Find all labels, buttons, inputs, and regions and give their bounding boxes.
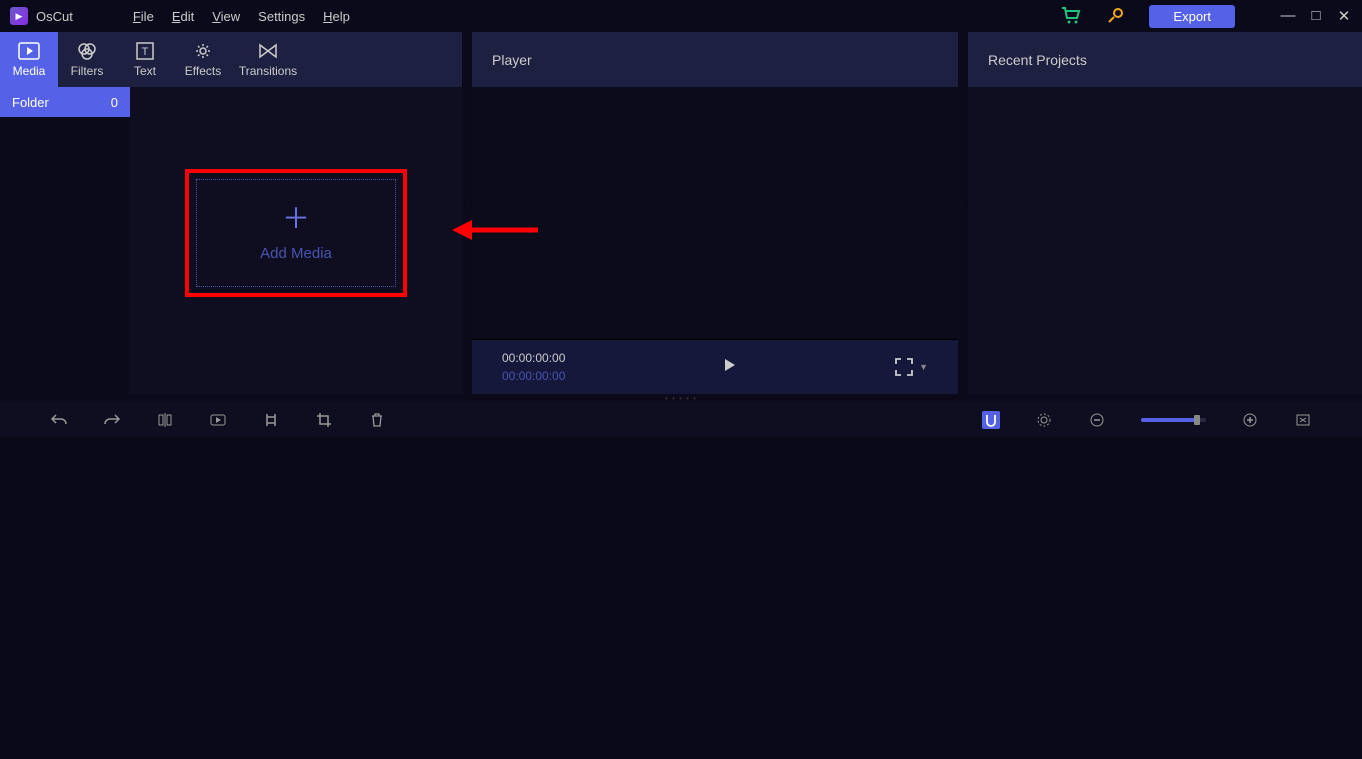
timeline-toolbar: [0, 402, 1362, 437]
folder-item[interactable]: Folder 0: [0, 87, 130, 117]
add-media-label: Add Media: [260, 245, 332, 262]
zoom-in-button[interactable]: [1241, 411, 1259, 429]
player-panel-header: Player: [472, 32, 958, 87]
menu-help[interactable]: Help: [323, 9, 350, 24]
tab-label: Filters: [71, 64, 104, 78]
tab-label: Effects: [185, 64, 221, 78]
fit-button[interactable]: [1294, 411, 1312, 429]
app-logo-icon: [10, 7, 28, 25]
tab-label: Media: [13, 64, 46, 78]
media-icon: [18, 41, 40, 61]
menu-edit[interactable]: Edit: [172, 9, 194, 24]
recent-panel-title: Recent Projects: [988, 52, 1087, 68]
effects-icon: [192, 41, 214, 61]
snap-button[interactable]: [982, 411, 1000, 429]
timecode-total: 00:00:00:00: [502, 369, 565, 383]
settings-icon-button[interactable]: [1035, 411, 1053, 429]
add-media-highlight: ＋ Add Media: [185, 169, 407, 297]
folder-count: 0: [111, 95, 118, 110]
fullscreen-button[interactable]: ▼: [895, 358, 928, 376]
player-panel-title: Player: [492, 52, 532, 68]
add-media-button[interactable]: ＋ Add Media: [196, 179, 396, 287]
split-button[interactable]: [156, 411, 174, 429]
undo-button[interactable]: [50, 411, 68, 429]
player-viewport[interactable]: ⋮ ⋮: [472, 87, 958, 339]
trim-button[interactable]: [262, 411, 280, 429]
window-close-button[interactable]: ✕: [1336, 7, 1352, 25]
panel-resize-handle[interactable]: • • • • •: [0, 394, 1362, 402]
tab-filters[interactable]: Filters: [58, 32, 116, 87]
resize-handle-left[interactable]: ⋮: [466, 203, 470, 223]
cart-icon[interactable]: [1061, 7, 1081, 25]
window-minimize-button[interactable]: —: [1280, 7, 1296, 25]
source-tabs-panel: Media Filters T Text Effects Transitions: [0, 32, 462, 87]
text-icon: T: [134, 41, 156, 61]
resize-handle-right[interactable]: ⋮: [960, 203, 964, 223]
content-row: Folder 0 ＋ Add Media ⋮ ⋮ 00:00:00:00 00:…: [0, 87, 1362, 394]
tab-effects[interactable]: Effects: [174, 32, 232, 87]
media-pane: ＋ Add Media: [130, 87, 462, 394]
titlebar: OsCut File Edit View Settings Help Expor…: [0, 0, 1362, 32]
tab-media[interactable]: Media: [0, 32, 58, 87]
menu-view[interactable]: View: [212, 9, 240, 24]
svg-text:T: T: [142, 46, 149, 58]
plus-icon: ＋: [282, 205, 310, 233]
menu-file[interactable]: File: [133, 9, 154, 24]
player-pane: ⋮ ⋮ 00:00:00:00 00:00:00:00 ▼: [472, 87, 958, 394]
tab-label: Text: [134, 64, 156, 78]
timecode-current: 00:00:00:00: [502, 351, 565, 365]
player-controls: 00:00:00:00 00:00:00:00 ▼: [472, 339, 958, 394]
app-title: OsCut: [36, 9, 73, 24]
timeline-area[interactable]: [0, 437, 1362, 759]
delete-button[interactable]: [368, 411, 386, 429]
zoom-out-button[interactable]: [1088, 411, 1106, 429]
zoom-slider-thumb[interactable]: [1194, 415, 1200, 425]
transitions-icon: [257, 41, 279, 61]
tab-text[interactable]: T Text: [116, 32, 174, 87]
zoom-slider[interactable]: [1141, 418, 1206, 422]
menu-settings[interactable]: Settings: [258, 9, 305, 24]
window-maximize-button[interactable]: □: [1308, 7, 1324, 25]
filters-icon: [76, 41, 98, 61]
redo-button[interactable]: [103, 411, 121, 429]
recent-panel-header: Recent Projects: [968, 32, 1362, 87]
recent-projects-pane: [968, 87, 1362, 394]
upgrade-icon[interactable]: [1106, 7, 1124, 25]
folder-label: Folder: [12, 95, 49, 110]
menubar: File Edit View Settings Help: [133, 9, 350, 24]
export-button[interactable]: Export: [1149, 5, 1235, 28]
marker-button[interactable]: [209, 411, 227, 429]
folder-sidebar: Folder 0: [0, 87, 130, 394]
play-button[interactable]: [724, 358, 736, 377]
crop-button[interactable]: [315, 411, 333, 429]
chevron-down-icon: ▼: [919, 362, 928, 372]
tab-label: Transitions: [239, 64, 297, 78]
panel-headers-row: Media Filters T Text Effects Transitions: [0, 32, 1362, 87]
tab-transitions[interactable]: Transitions: [232, 32, 304, 87]
